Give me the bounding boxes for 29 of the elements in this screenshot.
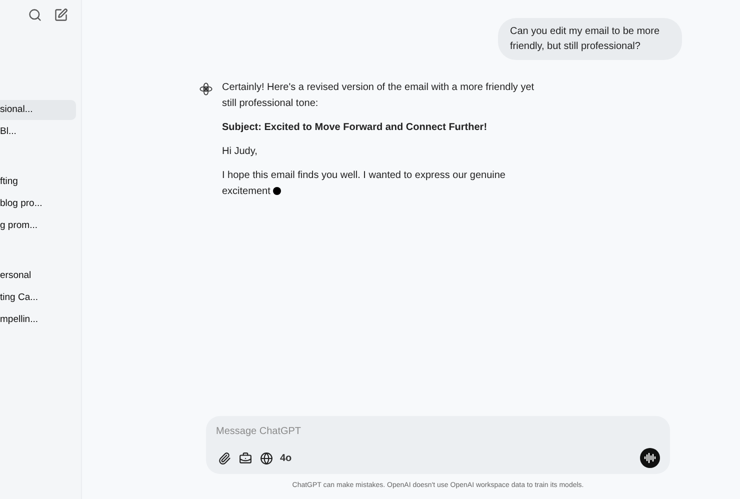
chat-item[interactable]: g prom...: [0, 216, 76, 236]
model-button[interactable]: 4o: [280, 450, 292, 466]
chat-item[interactable]: fting: [0, 172, 76, 192]
search-button[interactable]: [27, 7, 43, 23]
voice-button[interactable]: [640, 448, 660, 468]
message-paragraph: Hi Judy,: [222, 145, 258, 159]
message-paragraph: I hope this email finds you well. I wanted to express our genuine excitement: [222, 169, 506, 199]
subject-line: Subject: Excited to Move Forward and Connect Further!: [222, 121, 488, 135]
paperclip-icon: [218, 452, 230, 464]
pen-square-icon: [54, 8, 68, 22]
user-message: Can you edit my email to be more friendly, but still professional?: [498, 18, 682, 60]
typing-cursor: [273, 187, 282, 196]
chat-item[interactable]: mpellin...: [0, 310, 76, 330]
attach-button[interactable]: [216, 450, 232, 466]
logo-icon: [199, 82, 213, 96]
web-search-button[interactable]: [258, 450, 274, 466]
chat-item[interactable]: ting Ca...: [0, 288, 76, 308]
search-icon: [28, 8, 42, 22]
briefcase-icon: [238, 452, 252, 464]
chat-item[interactable]: ersonal: [0, 266, 76, 286]
message-input[interactable]: Message ChatGPT: [216, 424, 660, 438]
new-chat-button[interactable]: [53, 7, 69, 23]
chat-item[interactable]: blog pro...: [0, 194, 76, 214]
message-paragraph: Certainly! Here's a revised version of the email with a more friendly yet still professional tone:: [222, 81, 536, 111]
chat-item[interactable]: sional...: [0, 100, 76, 120]
chat-item[interactable]: Bl...: [0, 122, 76, 142]
tools-button[interactable]: [237, 450, 253, 466]
audio-wave-icon: [644, 452, 656, 464]
globe-icon: [260, 452, 272, 464]
